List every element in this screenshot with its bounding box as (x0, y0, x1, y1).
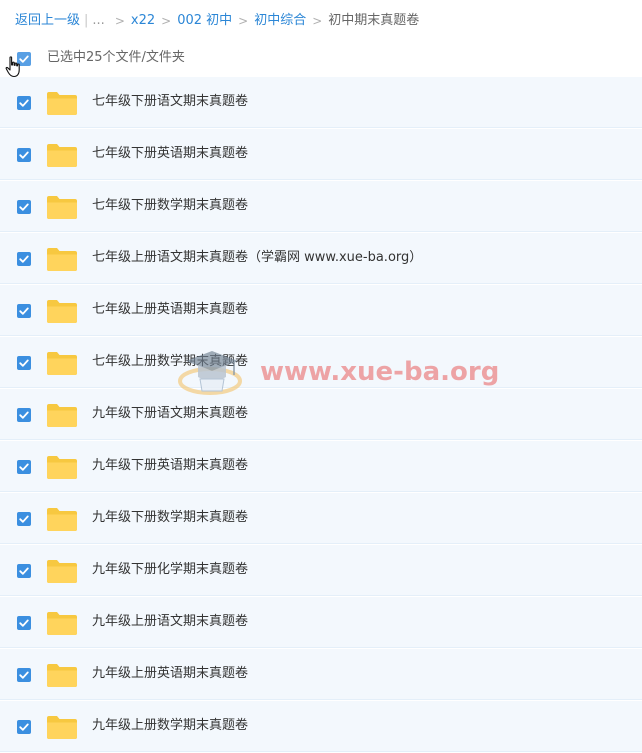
folder-icon (47, 248, 77, 271)
breadcrumb-separator: > (312, 14, 323, 28)
file-row[interactable]: 九年级下册语文期末真题卷 (0, 389, 642, 440)
file-row[interactable]: 九年级上册语文期末真题卷 (0, 597, 642, 648)
row-checkbox[interactable] (17, 356, 31, 370)
file-name[interactable]: 七年级下册语文期末真题卷 (92, 93, 248, 111)
checkmark-icon (19, 515, 29, 523)
breadcrumb-item-junior-high[interactable]: 002 初中 (177, 11, 232, 31)
file-row[interactable]: 七年级下册数学期末真题卷 (0, 181, 642, 232)
file-name[interactable]: 七年级下册英语期末真题卷 (92, 145, 248, 163)
row-checkbox[interactable] (17, 512, 31, 526)
row-checkbox[interactable] (17, 408, 31, 422)
file-row[interactable]: 七年级上册英语期末真题卷 (0, 285, 642, 336)
file-name[interactable]: 九年级下册数学期末真题卷 (92, 509, 248, 527)
file-name[interactable]: 九年级下册语文期末真题卷 (92, 405, 248, 423)
file-row[interactable]: 九年级下册数学期末真题卷 (0, 493, 642, 544)
row-checkbox[interactable] (17, 200, 31, 214)
breadcrumb-separator: > (238, 14, 249, 28)
file-row[interactable]: 七年级上册数学期末真题卷 (0, 337, 642, 388)
folder-icon (47, 404, 77, 427)
file-row[interactable]: 九年级下册英语期末真题卷 (0, 441, 642, 492)
file-row[interactable]: 七年级上册语文期末真题卷（学霸网 www.xue-ba.org） (0, 233, 642, 284)
checkmark-icon (19, 307, 29, 315)
breadcrumb-item-x22[interactable]: x22 (131, 11, 155, 31)
file-row[interactable]: 九年级下册化学期末真题卷 (0, 545, 642, 596)
file-row[interactable]: 九年级上册英语期末真题卷 (0, 649, 642, 700)
folder-icon (47, 144, 77, 167)
file-name[interactable]: 七年级上册语文期末真题卷（学霸网 www.xue-ba.org） (92, 249, 422, 267)
folder-icon (47, 92, 77, 115)
folder-icon (47, 664, 77, 687)
checkmark-icon (19, 723, 29, 731)
breadcrumb-ellipsis[interactable]: ... (92, 11, 104, 31)
folder-icon (47, 196, 77, 219)
file-name[interactable]: 七年级上册英语期末真题卷 (92, 301, 248, 319)
breadcrumb-separator: > (161, 14, 172, 28)
checkmark-icon (19, 411, 29, 419)
checkmark-icon (19, 463, 29, 471)
file-name[interactable]: 九年级上册数学期末真题卷 (92, 717, 248, 735)
folder-icon (47, 456, 77, 479)
folder-icon (47, 300, 77, 323)
file-list: 七年级下册语文期末真题卷 七年级下册英语期末真题卷 七年级下册数学期末真题卷 七… (0, 77, 642, 753)
folder-icon (47, 560, 77, 583)
checkmark-icon (19, 359, 29, 367)
checkmark-icon (19, 567, 29, 575)
checkmark-icon (19, 255, 29, 263)
checkmark-icon (19, 99, 29, 107)
checkmark-icon (19, 619, 29, 627)
row-checkbox[interactable] (17, 564, 31, 578)
folder-icon (47, 352, 77, 375)
row-checkbox[interactable] (17, 148, 31, 162)
breadcrumb-item-comprehensive[interactable]: 初中综合 (254, 11, 306, 31)
file-name[interactable]: 九年级下册化学期末真题卷 (92, 561, 248, 579)
selection-count-label: 已选中25个文件/文件夹 (47, 50, 185, 65)
row-checkbox[interactable] (17, 304, 31, 318)
row-checkbox[interactable] (17, 668, 31, 682)
file-name[interactable]: 七年级下册数学期末真题卷 (92, 197, 248, 215)
checkmark-icon (19, 203, 29, 211)
breadcrumb-separator: > (114, 14, 125, 28)
file-row[interactable]: 九年级上册数学期末真题卷 (0, 701, 642, 752)
breadcrumb: 返回上一级 | ... > x22 > 002 初中 > 初中综合 > 初中期末… (15, 11, 419, 31)
folder-icon (47, 716, 77, 739)
file-name[interactable]: 七年级上册数学期末真题卷 (92, 353, 248, 371)
breadcrumb-current: 初中期末真题卷 (328, 13, 420, 28)
select-all-bar: 已选中25个文件/文件夹 (0, 46, 642, 78)
row-checkbox[interactable] (17, 252, 31, 266)
checkmark-icon (19, 671, 29, 679)
file-row[interactable]: 七年级下册语文期末真题卷 (0, 77, 642, 128)
file-name[interactable]: 九年级上册英语期末真题卷 (92, 665, 248, 683)
file-name[interactable]: 九年级下册英语期末真题卷 (92, 457, 248, 475)
folder-icon (47, 612, 77, 635)
breadcrumb-divider: | (84, 13, 89, 28)
hand-cursor-icon (5, 56, 20, 78)
file-name[interactable]: 九年级上册语文期末真题卷 (92, 613, 248, 631)
row-checkbox[interactable] (17, 460, 31, 474)
row-checkbox[interactable] (17, 720, 31, 734)
row-checkbox[interactable] (17, 616, 31, 630)
folder-icon (47, 508, 77, 531)
back-link[interactable]: 返回上一级 (15, 11, 80, 31)
file-row[interactable]: 七年级下册英语期末真题卷 (0, 129, 642, 180)
row-checkbox[interactable] (17, 96, 31, 110)
checkmark-icon (19, 151, 29, 159)
